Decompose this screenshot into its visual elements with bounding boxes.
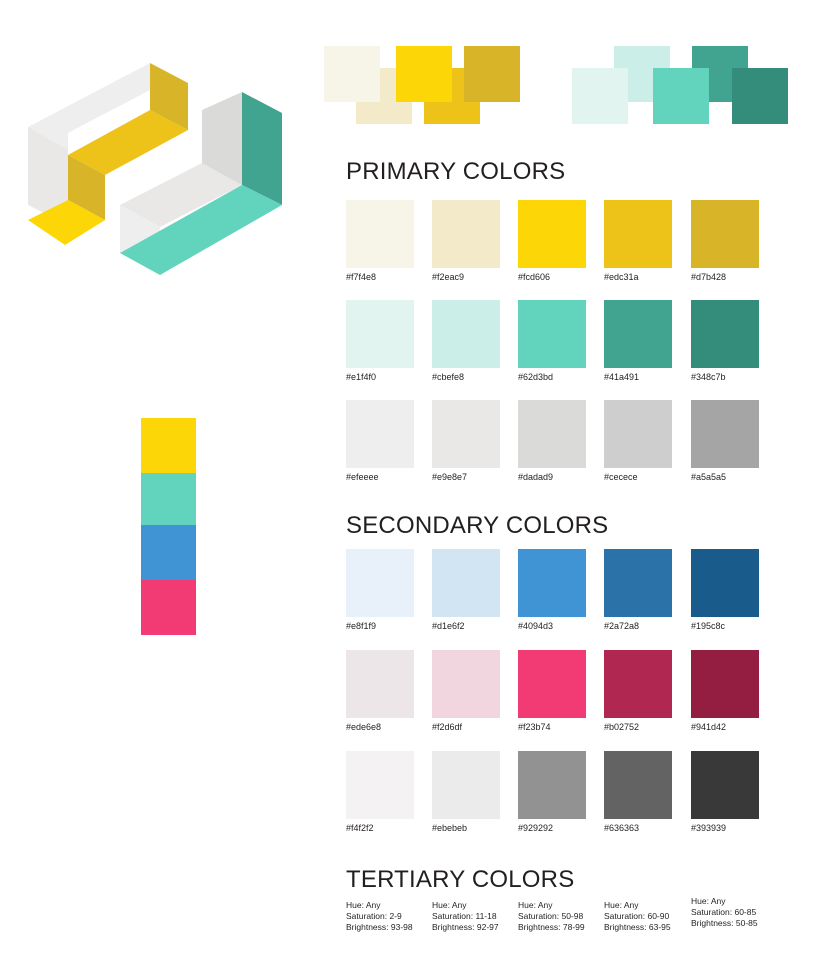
color-swatch	[346, 650, 414, 718]
color-swatch	[604, 751, 672, 819]
top-cool-swatch-5	[732, 68, 788, 124]
secondary-colors-heading: SECONDARY COLORS	[346, 512, 609, 539]
swatch-hex-label: #2a72a8	[604, 621, 640, 631]
tertiary-column-2: Hue: Any Saturation: 11-18 Brightness: 9…	[432, 900, 499, 933]
tertiary-brightness: Brightness: 93-98	[346, 922, 413, 932]
tertiary-brightness: Brightness: 50-85	[691, 918, 758, 928]
tertiary-hue: Hue: Any	[518, 900, 553, 910]
color-swatch	[691, 751, 759, 819]
swatch-hex-label: #d7b428	[691, 272, 727, 282]
color-swatch	[432, 751, 500, 819]
swatch-hex-label: #929292	[518, 823, 554, 833]
color-swatch	[604, 650, 672, 718]
swatch-hex-label: #f2eac9	[432, 272, 465, 282]
tertiary-saturation: Saturation: 60-85	[691, 907, 757, 917]
top-warm-swatch-5	[464, 46, 520, 102]
color-swatch	[346, 300, 414, 368]
swatch-hex-label: #f2d6df	[432, 722, 463, 732]
swatch-hex-label: #636363	[604, 823, 640, 833]
color-swatch	[346, 400, 414, 468]
color-swatch	[346, 751, 414, 819]
color-swatch	[518, 650, 586, 718]
swatch-hex-label: #62d3bd	[518, 372, 554, 382]
color-swatch	[518, 400, 586, 468]
primary-colors-heading: PRIMARY COLORS	[346, 158, 566, 185]
swatch-hex-label: #ebebeb	[432, 823, 468, 833]
color-swatch	[604, 200, 672, 268]
strip-pink	[141, 580, 196, 635]
swatch-hex-label: #e1f4f0	[346, 372, 377, 382]
color-swatch	[346, 549, 414, 617]
color-swatch	[518, 549, 586, 617]
swatch-hex-label: #393939	[691, 823, 727, 833]
swatch-hex-label: #941d42	[691, 722, 727, 732]
tertiary-column-1: Hue: Any Saturation: 2-9 Brightness: 93-…	[346, 900, 413, 933]
color-swatch	[518, 751, 586, 819]
tertiary-saturation: Saturation: 2-9	[346, 911, 402, 921]
color-swatch	[518, 300, 586, 368]
color-swatch	[691, 650, 759, 718]
top-warm-swatch-1	[324, 46, 380, 102]
top-warm-swatch-3	[396, 46, 452, 102]
swatch-hex-label: #cecece	[604, 472, 638, 482]
swatch-hex-label: #348c7b	[691, 372, 726, 382]
tertiary-hue: Hue: Any	[346, 900, 381, 910]
color-swatch	[432, 200, 500, 268]
color-swatch	[691, 300, 759, 368]
strip-turquoise	[141, 473, 196, 525]
color-swatch	[691, 549, 759, 617]
swatch-hex-label: #f7f4e8	[346, 272, 377, 282]
swatch-hex-label: #f23b74	[518, 722, 551, 732]
swatch-hex-label: #e8f1f9	[346, 621, 377, 631]
swatch-hex-label: #dadad9	[518, 472, 554, 482]
swatch-hex-label: #4094d3	[518, 621, 554, 631]
color-swatch	[432, 549, 500, 617]
color-swatch	[604, 400, 672, 468]
tertiary-column-4: Hue: Any Saturation: 60-90 Brightness: 6…	[604, 900, 671, 933]
color-swatch	[604, 300, 672, 368]
strip-yellow	[141, 418, 196, 473]
tertiary-column-5: Hue: Any Saturation: 60-85 Brightness: 5…	[691, 896, 758, 929]
isometric-blocks-logo-icon	[28, 63, 282, 275]
swatch-hex-label: #efeeee	[346, 472, 379, 482]
color-swatch	[691, 200, 759, 268]
swatch-hex-label: #a5a5a5	[691, 472, 727, 482]
tertiary-colors-heading: TERTIARY COLORS	[346, 866, 575, 893]
tertiary-hue: Hue: Any	[691, 896, 726, 906]
strip-blue	[141, 525, 196, 580]
swatch-hex-label: #cbefe8	[432, 372, 465, 382]
tertiary-column-3: Hue: Any Saturation: 50-98 Brightness: 7…	[518, 900, 585, 933]
top-cool-swatch-1	[572, 68, 628, 124]
swatch-hex-label: #d1e6f2	[432, 621, 465, 631]
color-swatch	[518, 200, 586, 268]
swatch-hex-label: #edc31a	[604, 272, 639, 282]
color-swatch	[432, 300, 500, 368]
swatch-hex-label: #195c8c	[691, 621, 726, 631]
color-swatch	[604, 549, 672, 617]
swatch-hex-label: #41a491	[604, 372, 640, 382]
swatch-hex-label: #e9e8e7	[432, 472, 468, 482]
top-cool-swatch-3	[653, 68, 709, 124]
color-swatch	[432, 400, 500, 468]
swatch-hex-label: #f4f2f2	[346, 823, 374, 833]
tertiary-hue: Hue: Any	[604, 900, 639, 910]
tertiary-saturation: Saturation: 50-98	[518, 911, 584, 921]
tertiary-saturation: Saturation: 11-18	[432, 911, 497, 921]
color-swatch	[346, 200, 414, 268]
swatch-hex-label: #ede6e8	[346, 722, 382, 732]
color-swatch	[432, 650, 500, 718]
tertiary-brightness: Brightness: 78-99	[518, 922, 585, 932]
color-swatch	[691, 400, 759, 468]
color-strip	[141, 418, 196, 635]
swatch-hex-label: #b02752	[604, 722, 640, 732]
tertiary-hue: Hue: Any	[432, 900, 467, 910]
tertiary-brightness: Brightness: 92-97	[432, 922, 499, 932]
tertiary-saturation: Saturation: 60-90	[604, 911, 670, 921]
tertiary-brightness: Brightness: 63-95	[604, 922, 671, 932]
swatch-hex-label: #fcd606	[518, 272, 551, 282]
